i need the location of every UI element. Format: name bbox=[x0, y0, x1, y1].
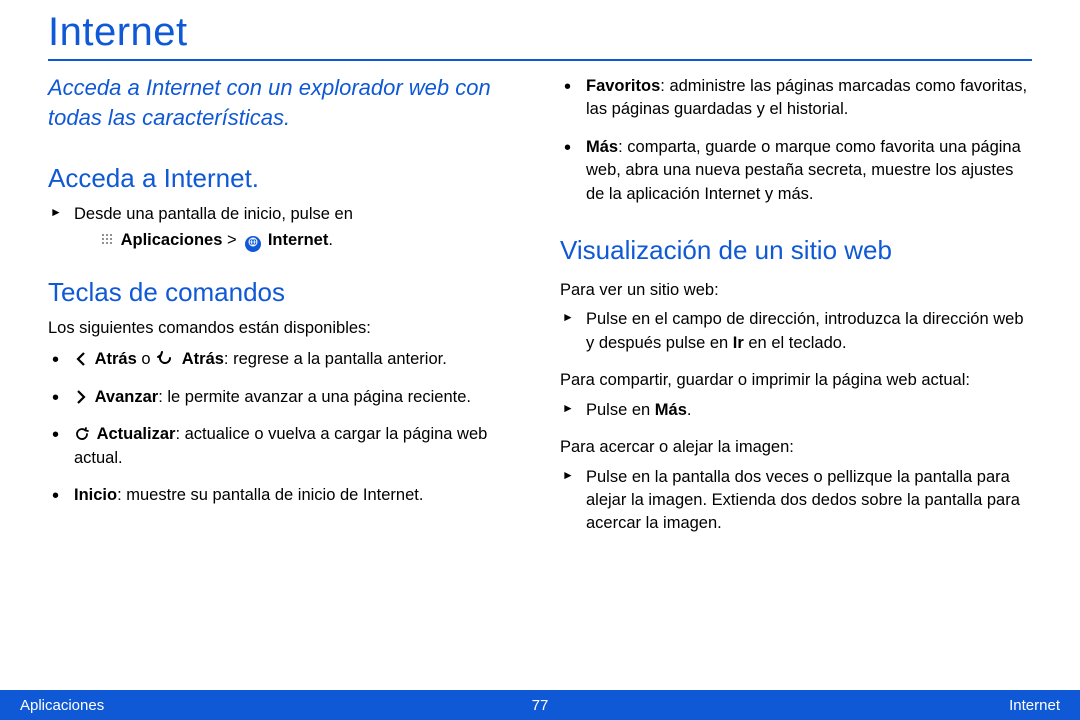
more-desc: : comparta, guarde o marque como favorit… bbox=[586, 138, 1021, 203]
footer-page-number: 77 bbox=[532, 697, 549, 714]
commands-list: Atrás o Atrás: regrese a la pantalla ant… bbox=[48, 348, 520, 507]
forward-desc: : le permite avanzar a una página recien… bbox=[158, 388, 471, 406]
right-bullets: Favoritos: administre las páginas marcad… bbox=[560, 75, 1032, 206]
view-block-2: Para compartir, guardar o imprimir la pá… bbox=[560, 369, 1032, 422]
left-column: Acceda a Internet con un explorador web … bbox=[48, 73, 520, 550]
list-item: Avanzar: le permite avanzar a una página… bbox=[48, 386, 520, 409]
view-step2-pre: Pulse en bbox=[586, 401, 655, 419]
page-footer: Aplicaciones 77 Internet bbox=[0, 690, 1080, 720]
section-heading-view: Visualización de un sitio web bbox=[560, 232, 1032, 269]
two-column-layout: Acceda a Internet con un explorador web … bbox=[48, 73, 1032, 550]
document-page: Internet Acceda a Internet con un explor… bbox=[0, 0, 1080, 720]
title-rule bbox=[48, 59, 1032, 61]
apps-grid-icon bbox=[100, 232, 114, 246]
list-item: Más: comparta, guarde o marque como favo… bbox=[560, 136, 1032, 206]
footer-left: Aplicaciones bbox=[20, 697, 104, 714]
section-heading-access: Acceda a Internet. bbox=[48, 160, 520, 197]
view-step-3: Pulse en la pantalla dos veces o pellizq… bbox=[560, 466, 1032, 536]
view-para-1: Para ver un sitio web: bbox=[560, 279, 1032, 302]
forward-chevron-icon bbox=[74, 389, 88, 405]
view-block-3: Para acercar o alejar la imagen: Pulse e… bbox=[560, 436, 1032, 536]
access-step-path: Aplicaciones > Internet. bbox=[74, 229, 520, 252]
commands-intro: Los siguientes comandos están disponible… bbox=[48, 317, 520, 340]
footer-right: Internet bbox=[1009, 697, 1060, 714]
content-area: Internet Acceda a Internet con un explor… bbox=[0, 0, 1080, 550]
refresh-icon bbox=[74, 426, 90, 442]
view-block-1: Para ver un sitio web: Pulse en el campo… bbox=[560, 279, 1032, 355]
more-label: Más bbox=[586, 138, 618, 156]
path-separator: > bbox=[227, 231, 237, 249]
path-internet-label: Internet bbox=[268, 231, 329, 249]
view-step1-bold: Ir bbox=[733, 334, 744, 352]
intro-text: Acceda a Internet con un explorador web … bbox=[48, 73, 520, 132]
view-step-1: Pulse en el campo de dirección, introduz… bbox=[560, 308, 1032, 355]
view-step2-post: . bbox=[687, 401, 692, 419]
back-label-2: Atrás bbox=[182, 350, 224, 368]
home-desc: : muestre su pantalla de inicio de Inter… bbox=[117, 486, 423, 504]
access-step: Desde una pantalla de inicio, pulse en A… bbox=[48, 203, 520, 252]
right-column: Favoritos: administre las páginas marcad… bbox=[560, 73, 1032, 550]
view-step1-post: en el teclado. bbox=[744, 334, 847, 352]
back-desc: : regrese a la pantalla anterior. bbox=[224, 350, 447, 368]
path-end: . bbox=[328, 231, 333, 249]
section-heading-commands: Teclas de comandos bbox=[48, 274, 520, 311]
view-step2-bold: Más bbox=[655, 401, 687, 419]
back-label-1: Atrás bbox=[95, 350, 137, 368]
list-item: Atrás o Atrás: regrese a la pantalla ant… bbox=[48, 348, 520, 371]
list-item: Favoritos: administre las páginas marcad… bbox=[560, 75, 1032, 122]
refresh-label: Actualizar bbox=[97, 425, 176, 443]
favorites-label: Favoritos bbox=[586, 77, 660, 95]
home-label: Inicio bbox=[74, 486, 117, 504]
view-step3-text: Pulse en la pantalla dos veces o pellizq… bbox=[586, 468, 1020, 533]
back-chevron-icon bbox=[74, 351, 88, 367]
access-step-pre: Desde una pantalla de inicio, pulse en bbox=[74, 205, 353, 223]
view-para-2: Para compartir, guardar o imprimir la pá… bbox=[560, 369, 1032, 392]
internet-globe-icon bbox=[245, 236, 261, 252]
forward-label: Avanzar bbox=[95, 388, 159, 406]
view-para-3: Para acercar o alejar la imagen: bbox=[560, 436, 1032, 459]
back-or: o bbox=[137, 350, 155, 368]
path-apps-label: Aplicaciones bbox=[121, 231, 223, 249]
view-step-2: Pulse en Más. bbox=[560, 399, 1032, 422]
list-item: Inicio: muestre su pantalla de inicio de… bbox=[48, 484, 520, 507]
page-title: Internet bbox=[48, 10, 1032, 55]
back-arrow-icon bbox=[155, 351, 175, 367]
list-item: Actualizar: actualice o vuelva a cargar … bbox=[48, 423, 520, 470]
